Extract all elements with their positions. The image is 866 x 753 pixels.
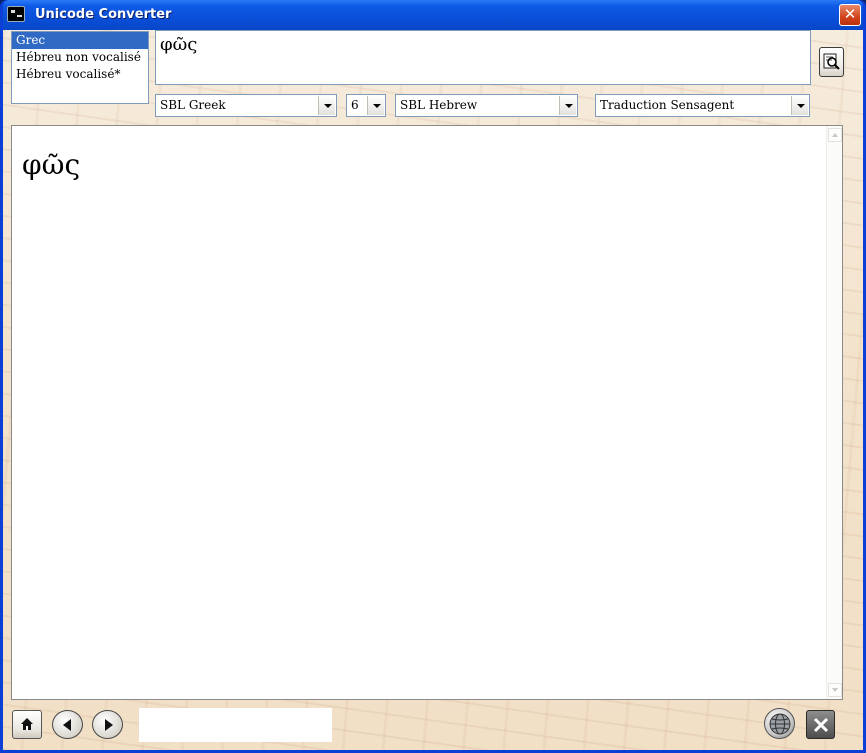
font-size-select[interactable]: 6 (346, 94, 386, 117)
language-item-hebreu-vocalise[interactable]: Hébreu vocalisé* (12, 66, 148, 83)
lookup-button[interactable] (819, 47, 844, 77)
exit-button[interactable] (806, 710, 835, 739)
chevron-down-icon[interactable] (791, 96, 808, 115)
web-button[interactable] (764, 708, 795, 739)
hebrew-font-select[interactable]: SBL Hebrew (395, 94, 578, 117)
arrow-left-icon (63, 719, 71, 731)
client-area: Grec Hébreu non vocalisé Hébreu vocalisé… (3, 30, 863, 750)
converted-text: φῶς (22, 148, 81, 181)
chevron-down-icon[interactable] (559, 96, 576, 115)
chevron-down-icon[interactable] (318, 96, 335, 115)
home-button[interactable] (12, 710, 42, 739)
close-icon (813, 717, 829, 733)
translation-value: Traduction Sensagent (600, 98, 735, 112)
source-text-input[interactable]: φῶς (155, 30, 811, 85)
greek-font-value: SBL Greek (160, 98, 226, 112)
vertical-scrollbar[interactable] (826, 126, 842, 699)
back-button[interactable] (52, 710, 83, 739)
globe-icon (769, 713, 791, 735)
output-panel[interactable]: φῶς (11, 125, 843, 700)
greek-font-select[interactable]: SBL Greek (155, 94, 337, 117)
language-item-grec[interactable]: Grec (12, 32, 148, 49)
forward-button[interactable] (92, 710, 123, 739)
chevron-down-icon[interactable] (367, 96, 384, 115)
hebrew-font-value: SBL Hebrew (400, 98, 478, 112)
app-window: Unicode Converter ✕ Grec Hébreu non voca… (0, 0, 866, 753)
language-list[interactable]: Grec Hébreu non vocalisé Hébreu vocalisé… (11, 31, 149, 104)
home-icon (21, 718, 33, 730)
language-item-hebreu-non-vocalise[interactable]: Hébreu non vocalisé (12, 49, 148, 66)
translation-select[interactable]: Traduction Sensagent (595, 94, 810, 117)
app-icon (7, 6, 25, 22)
search-icon (823, 53, 840, 70)
window-title: Unicode Converter (35, 7, 172, 22)
status-field (139, 708, 332, 742)
font-size-value: 6 (351, 98, 359, 112)
title-bar[interactable]: Unicode Converter ✕ (3, 0, 863, 30)
arrow-right-icon (105, 719, 113, 731)
window-close-button[interactable]: ✕ (839, 4, 861, 26)
scroll-up-button[interactable] (828, 128, 842, 142)
scroll-down-button[interactable] (828, 683, 842, 697)
